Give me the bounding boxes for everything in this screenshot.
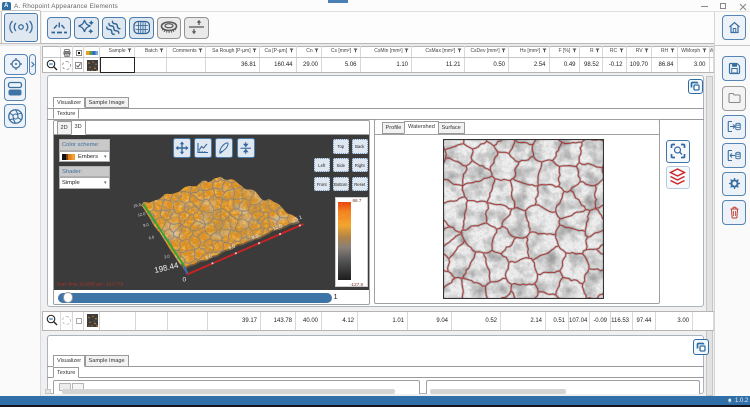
svg-text:12.0: 12.0 [137,211,146,218]
svg-text:6.0: 6.0 [148,234,155,240]
svg-text:0: 0 [183,277,187,284]
svg-text:3.0: 3.0 [164,253,171,259]
svg-text:15.0: 15.0 [133,202,142,209]
svg-text:198.44: 198.44 [153,261,179,275]
svg-text:Scan Time: 01.0087 µm - 10.0 7: Scan Time: 01.0087 µm - 10.0 779 [57,282,124,287]
svg-text:9.0: 9.0 [143,222,150,228]
